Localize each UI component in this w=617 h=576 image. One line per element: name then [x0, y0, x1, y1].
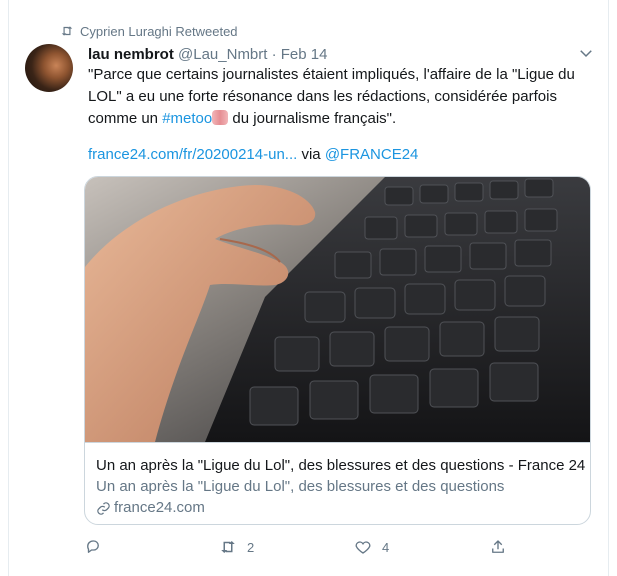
reply-icon	[87, 540, 99, 553]
share-icon	[492, 540, 504, 553]
retweet-count: 2	[247, 539, 255, 555]
retweet-button[interactable]: 2	[219, 538, 254, 556]
link-line: france24.com/fr/20200214-un... via @FRAN…	[88, 145, 418, 165]
card-domain-text: france24.com	[114, 499, 205, 516]
like-button[interactable]: 4	[354, 538, 389, 556]
share-button[interactable]	[489, 538, 507, 556]
retweet-icon	[221, 541, 235, 553]
hashtag-link[interactable]: #metoo	[162, 110, 212, 127]
crossed-fingers-emoji	[212, 110, 229, 125]
like-count: 4	[382, 539, 390, 555]
tweet-actions: 2 4	[0, 538, 601, 558]
avatar[interactable]	[25, 44, 73, 92]
card-title: Un an après la "Ligue du Lol", des bless…	[96, 457, 586, 474]
tweet-header: lau nembrot @Lau_Nmbrt · Feb 14	[88, 45, 327, 65]
retweet-context[interactable]: Cyprien Luraghi Retweeted	[60, 22, 238, 40]
reply-button[interactable]	[84, 538, 102, 556]
chevron-down-icon[interactable]	[577, 44, 595, 62]
retweet-icon	[60, 24, 80, 38]
tweet-text-end: du journalisme français".	[228, 110, 397, 127]
card-domain: france24.com	[96, 498, 205, 518]
link-card[interactable]: Un an après la "Ligue du Lol", des bless…	[84, 176, 591, 525]
article-link[interactable]: france24.com/fr/20200214-un...	[88, 146, 297, 163]
link-icon	[97, 501, 110, 515]
heart-icon	[355, 541, 371, 554]
handle-date[interactable]: @Lau_Nmbrt · Feb 14	[174, 46, 327, 63]
tweet-text: "Parce que certains journalistes étaient…	[88, 64, 588, 130]
card-info: Un an après la "Ligue du Lol", des bless…	[85, 442, 590, 524]
retweet-label: Cyprien Luraghi Retweeted	[80, 23, 238, 39]
author-name[interactable]: lau nembrot	[88, 46, 174, 63]
keyboard-photo	[85, 177, 590, 442]
via-handle-link[interactable]: @FRANCE24	[325, 146, 419, 163]
card-description: Un an après la "Ligue du Lol", des bless…	[96, 478, 505, 495]
via-text: via	[297, 146, 325, 163]
